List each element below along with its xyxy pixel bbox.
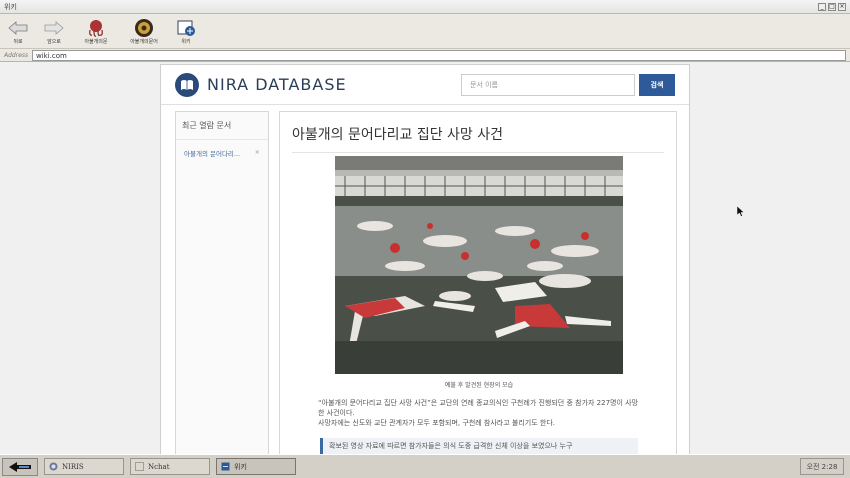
site-header: NIRA DATABASE 문서 이름 검색 [161,65,689,105]
address-label: Address [4,51,29,59]
taskbar-item-nchat[interactable]: Nchat [130,458,210,475]
wiki-page: NIRA DATABASE 문서 이름 검색 최근 열람 문서 아불개의 문어다… [160,64,690,454]
bookmark-2[interactable]: 아불개의문어 [124,18,164,45]
article-paragraph: “아불개의 문어다리교 집단 사망 사건”은 교단의 연례 종교의식인 구천례가… [318,399,639,417]
forward-button[interactable]: 앞으로 [40,18,68,45]
bookmark-1-label: 아불개의문 [84,39,108,45]
maximize-button[interactable]: □ [828,2,836,11]
address-bar: Address wiki.com [0,48,850,62]
taskbar-clock[interactable]: 오전 2:28 [800,458,844,475]
octopus-icon [85,18,107,38]
start-button[interactable] [2,457,38,476]
address-input[interactable]: wiki.com [32,49,846,61]
taskbar: NIRIS Nchat 위키 오전 2:28 [0,454,850,478]
back-button[interactable]: 뒤로 [4,18,32,45]
page-viewport[interactable]: NIRA DATABASE 문서 이름 검색 최근 열람 문서 아불개의 문어다… [0,62,850,454]
bookmark-1[interactable]: 아불개의문 [76,18,116,45]
window-controls: _ □ × [818,2,846,11]
article-panel: 아불개의 문어다리교 집단 사망 사건 예불 후 발견된 현장의 모습 “아불개… [279,111,677,454]
browser-toolbar: 뒤로 앞으로 아불개의문 아불개의문어 위키 [0,14,850,48]
site-brand[interactable]: NIRA DATABASE [207,75,461,94]
article-quote: 확보된 영상 자료에 따르면 참가자들은 의식 도중 급격한 신체 이상을 보였… [320,438,638,454]
close-icon[interactable]: × [255,148,260,158]
search-input[interactable]: 문서 이름 [461,73,635,96]
title-bar[interactable]: 위키 _ □ × [0,0,850,14]
article-title: 아불개의 문어다리교 집단 사망 사건 [292,124,664,153]
mouse-cursor-icon [736,202,745,221]
emblem-icon [133,18,155,38]
bookmark-3[interactable]: 위키 [172,18,200,45]
forward-arrow-icon [43,18,65,38]
taskbar-item-niris[interactable]: NIRIS [44,458,124,475]
wiki-app-icon [221,462,230,471]
book-logo-icon[interactable] [175,72,199,97]
wiki-icon [175,18,197,38]
bookmark-3-label: 위키 [181,39,191,45]
close-button[interactable]: × [838,2,846,11]
photo-caption: 예불 후 발견된 현장의 모습 [444,382,514,389]
article-photo [335,156,623,374]
taskbar-label: NIRIS [62,462,84,471]
niris-app-icon [49,462,58,471]
article-paragraph: 사망자에는 신도와 교단 관계자가 모두 포함되며, 구천례 참사라고 불리기도… [318,419,555,427]
taskbar-label: 위키 [234,462,247,471]
back-label: 뒤로 [13,39,23,45]
bookmark-2-label: 아불개의문어 [130,39,158,45]
back-arrow-icon [7,18,29,38]
taskbar-item-wiki[interactable]: 위키 [216,458,296,475]
recent-documents-panel: 최근 열람 문서 아불개의 문어다리... × [175,111,269,454]
recent-documents-heading: 최근 열람 문서 [176,112,268,140]
search-button[interactable]: 검색 [639,73,675,96]
start-arrow-icon [9,461,31,472]
window-title: 위키 [4,2,17,11]
article-body: “아불개의 문어다리교 집단 사망 사건”은 교단의 연례 종교의식인 구천례가… [318,398,640,428]
recent-document-label[interactable]: 아불개의 문어다리... [184,148,240,158]
nchat-app-icon [135,462,144,471]
taskbar-label: Nchat [148,462,170,471]
forward-label: 앞으로 [47,39,61,45]
recent-document-item[interactable]: 아불개의 문어다리... × [176,140,268,166]
browser-window: 위키 _ □ × 뒤로 앞으로 아불개의문 아불개의문어 위키 Address … [0,0,850,454]
minimize-button[interactable]: _ [818,2,826,11]
